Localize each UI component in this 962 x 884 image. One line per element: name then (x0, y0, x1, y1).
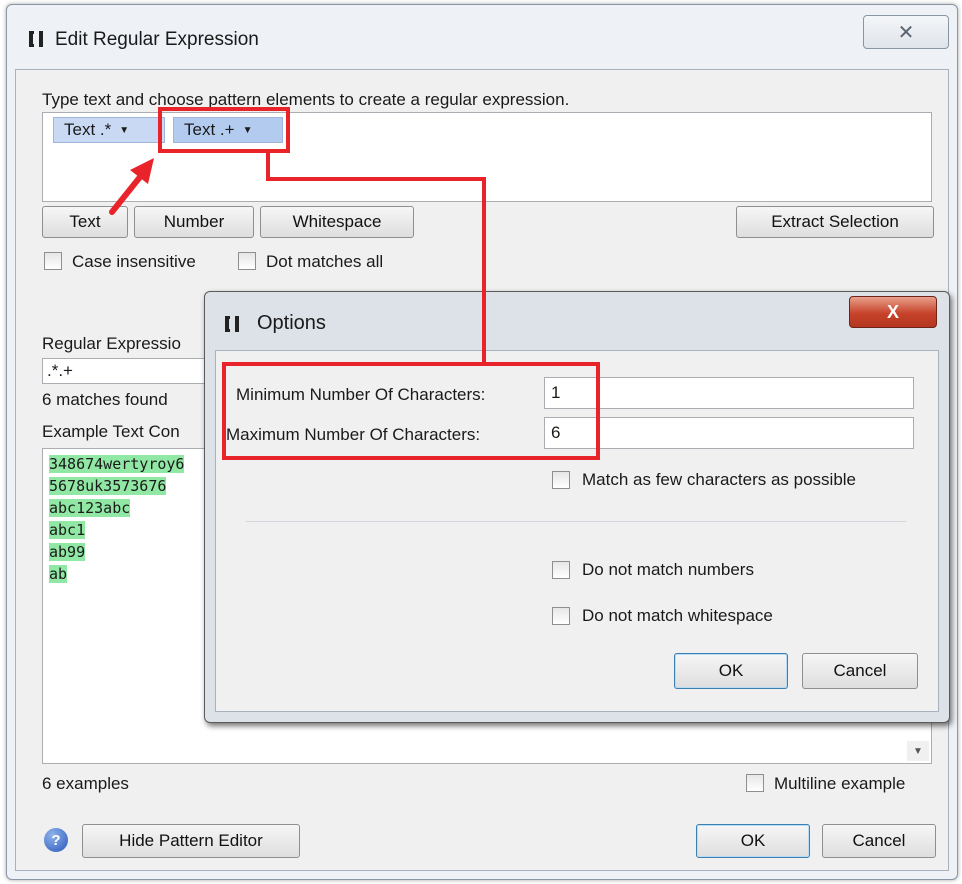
help-icon[interactable]: ? (44, 828, 68, 852)
no-whitespace-label: Do not match whitespace (582, 606, 773, 625)
example-line: 348674wertyroy6 (49, 455, 185, 473)
example-line: ab99 (49, 543, 86, 561)
annotation-line (266, 177, 486, 181)
scroll-down-icon[interactable]: ▼ (907, 741, 929, 761)
chevron-down-icon: ▼ (119, 124, 130, 136)
examples-count: 6 examples (42, 774, 129, 793)
matches-found-text: 6 matches found (42, 390, 168, 409)
no-whitespace-checkbox[interactable] (552, 607, 570, 625)
no-numbers-checkbox[interactable] (552, 561, 570, 579)
extract-selection-button[interactable]: Extract Selection (736, 206, 934, 238)
token-text-star[interactable]: Text .* ▼ (53, 117, 165, 143)
no-numbers-label: Do not match numbers (582, 560, 754, 579)
whitespace-button[interactable]: Whitespace (260, 206, 414, 238)
few-chars-label: Match as few characters as possible (582, 470, 857, 489)
separator (246, 521, 906, 522)
options-title: Options (257, 312, 326, 334)
annotation-token-box (158, 107, 290, 153)
instruction-text: Type text and choose pattern elements to… (42, 90, 570, 109)
options-cancel-button[interactable]: Cancel (802, 653, 918, 689)
options-dialog: Options X Minimum Number Of Characters: … (204, 291, 950, 723)
annotation-arrow-icon (109, 158, 154, 215)
annotation-options-box (222, 362, 600, 460)
ok-button[interactable]: OK (696, 824, 810, 858)
options-close-icon[interactable]: X (849, 296, 937, 328)
example-text-label: Example Text Con (42, 422, 180, 441)
multiline-example-label: Multiline example (774, 774, 906, 793)
options-ok-button[interactable]: OK (674, 653, 788, 689)
annotation-line (482, 177, 486, 365)
regex-field[interactable]: .*.+ (42, 358, 212, 384)
window-title: Edit Regular Expression (55, 29, 259, 50)
dot-matches-all-checkbox[interactable] (238, 252, 256, 270)
few-chars-checkbox[interactable] (552, 471, 570, 489)
example-line: abc123abc (49, 499, 131, 517)
case-insensitive-checkbox[interactable] (44, 252, 62, 270)
hide-pattern-editor-button[interactable]: Hide Pattern Editor (82, 824, 300, 858)
token-label: Text .* (64, 120, 112, 139)
example-line: ab (49, 565, 68, 583)
close-icon[interactable]: ✕ (863, 15, 949, 49)
dot-matches-all-label: Dot matches all (266, 252, 384, 271)
options-app-icon (225, 316, 239, 337)
cancel-button[interactable]: Cancel (822, 824, 936, 858)
case-insensitive-label: Case insensitive (72, 252, 196, 271)
example-line: 5678uk3573676 (49, 477, 167, 495)
app-icon (29, 31, 43, 52)
regex-label: Regular Expressio (42, 334, 181, 353)
multiline-example-checkbox[interactable] (746, 774, 764, 792)
example-line: abc1 (49, 521, 86, 539)
